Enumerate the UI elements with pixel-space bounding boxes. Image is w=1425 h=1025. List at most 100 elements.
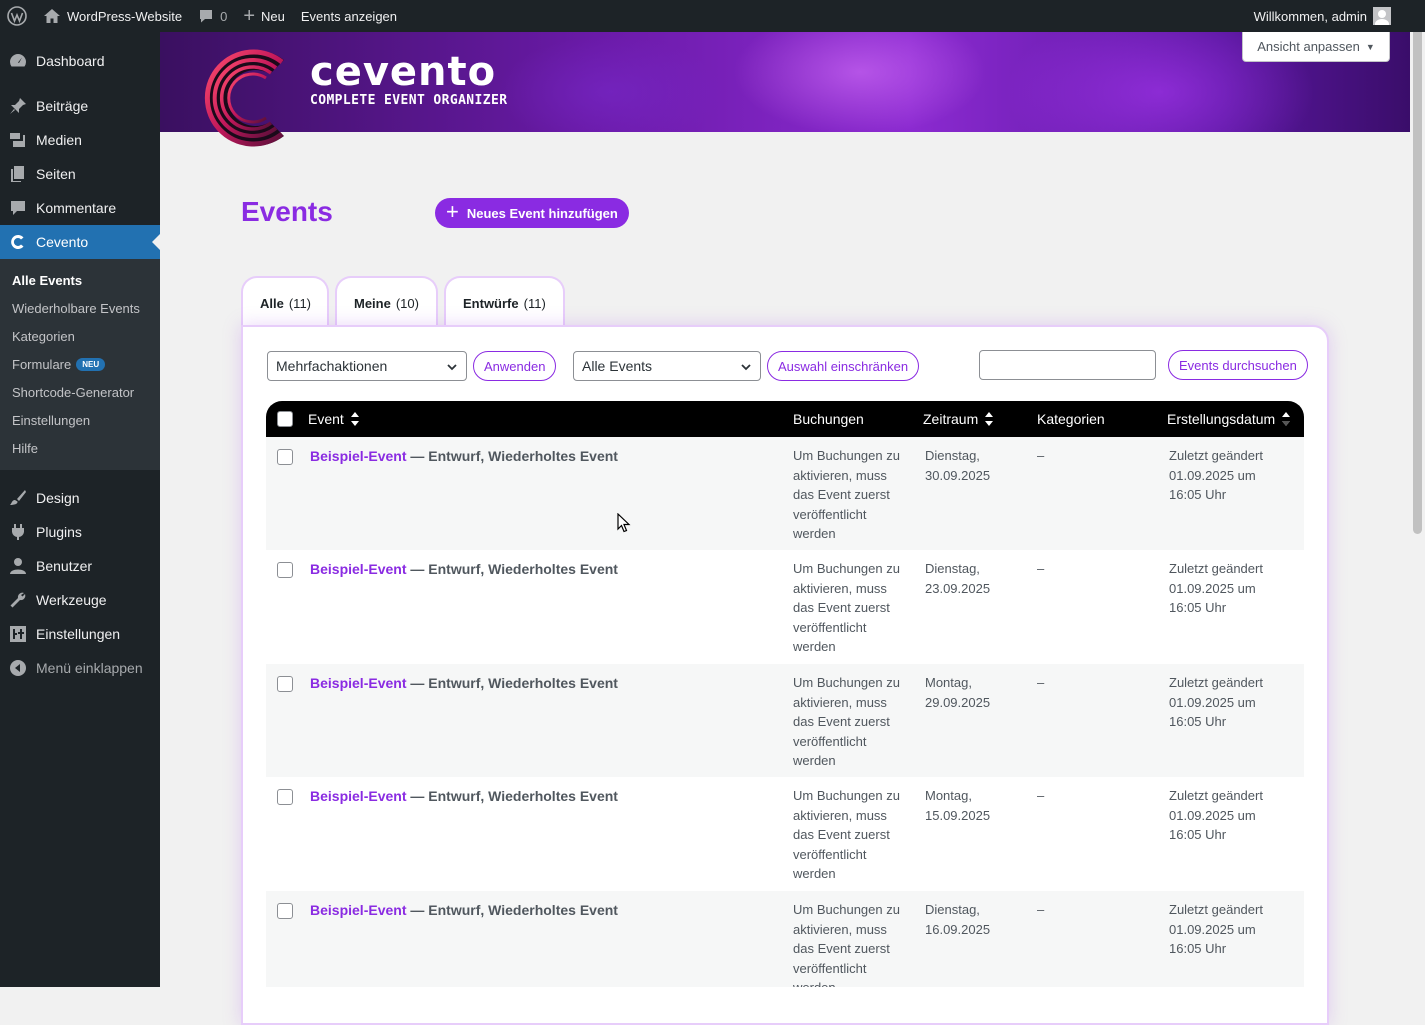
settings-icon	[8, 624, 28, 644]
column-timespan[interactable]: Zeitraum	[923, 401, 994, 437]
created-label: Zuletzt geändert	[1169, 675, 1263, 690]
sort-icon	[985, 412, 994, 426]
timespan-date: 29.09.2025	[925, 694, 991, 710]
row-checkbox[interactable]	[277, 449, 293, 465]
menu-pages[interactable]: Seiten	[0, 157, 160, 191]
created-cell: Zuletzt geändert 01.09.2025 um 16:05 Uhr	[1169, 900, 1299, 959]
timespan-cell: Dienstag, 23.09.2025	[925, 559, 1015, 598]
menu-label: Medien	[36, 132, 82, 148]
menu-label: Seiten	[36, 166, 76, 182]
menu-label: Plugins	[36, 524, 82, 540]
new-badge: NEU	[76, 357, 106, 371]
menu-design[interactable]: Design	[0, 481, 160, 515]
event-state: — Entwurf, Wiederholtes Event	[406, 788, 618, 804]
scrollbar-thumb[interactable]	[1413, 14, 1422, 534]
submenu-help[interactable]: Hilfe	[0, 434, 160, 462]
column-created[interactable]: Erstellungsdatum	[1167, 401, 1291, 437]
tab-all[interactable]: Alle (11)	[241, 276, 329, 328]
column-event[interactable]: Event	[308, 401, 360, 437]
add-new-event-button[interactable]: + Neues Event hinzufügen	[435, 198, 629, 228]
menu-label: Menü einklappen	[36, 660, 143, 676]
search-button[interactable]: Events durchsuchen	[1168, 350, 1308, 380]
submenu-forms[interactable]: Formulare NEU	[0, 350, 160, 378]
tab-drafts[interactable]: Entwürfe (11)	[444, 276, 565, 328]
media-icon	[8, 130, 28, 150]
event-title-link[interactable]: Beispiel-Event	[310, 561, 406, 577]
tab-label: Alle	[260, 295, 284, 311]
created-date: 01.09.2025 um	[1169, 580, 1256, 596]
column-label: Erstellungsdatum	[1167, 411, 1276, 427]
menu-media[interactable]: Medien	[0, 123, 160, 157]
plugin-icon	[8, 522, 28, 542]
cevento-icon	[8, 232, 28, 252]
apply-button[interactable]: Anwenden	[473, 351, 557, 381]
tab-count: (10)	[395, 295, 419, 311]
submenu-settings[interactable]: Einstellungen	[0, 406, 160, 434]
site-name: WordPress-Website	[67, 8, 183, 24]
view-events-link[interactable]: Events anzeigen	[293, 0, 405, 32]
menu-posts[interactable]: Beiträge	[0, 89, 160, 123]
row-title: Beispiel-Event — Entwurf, Wiederholtes E…	[310, 675, 618, 691]
event-title-link[interactable]: Beispiel-Event	[310, 902, 406, 918]
column-categories: Kategorien	[1037, 401, 1105, 437]
event-title-link[interactable]: Beispiel-Event	[310, 675, 406, 691]
created-time: 16:05 Uhr	[1169, 487, 1227, 502]
event-title-link[interactable]: Beispiel-Event	[310, 448, 406, 464]
menu-dashboard[interactable]: Dashboard	[0, 44, 160, 78]
table-row: Beispiel-Event — Entwurf, Wiederholtes E…	[266, 550, 1304, 663]
row-checkbox[interactable]	[277, 562, 293, 578]
timespan-cell: Dienstag, 30.09.2025	[925, 446, 1015, 485]
menu-settings[interactable]: Einstellungen	[0, 617, 160, 651]
menu-label: Beiträge	[36, 98, 89, 114]
tab-label: Meine	[354, 295, 391, 311]
chevron-down-icon	[447, 364, 457, 371]
created-cell: Zuletzt geändert 01.09.2025 um 16:05 Uhr	[1169, 446, 1299, 505]
menu-tools[interactable]: Werkzeuge	[0, 583, 160, 617]
new-content-link[interactable]: + Neu	[235, 0, 293, 32]
user-icon	[8, 556, 28, 576]
submenu-all-events[interactable]: Alle Events	[0, 266, 160, 294]
event-state: — Entwurf, Wiederholtes Event	[406, 902, 618, 918]
created-date: 01.09.2025 um	[1169, 921, 1256, 937]
screen-options-button[interactable]: Ansicht anpassen ▼	[1242, 32, 1390, 62]
submenu-shortcode-generator[interactable]: Shortcode-Generator	[0, 378, 160, 406]
tab-mine[interactable]: Meine (10)	[335, 276, 438, 328]
search-input[interactable]	[979, 350, 1156, 380]
created-label: Zuletzt geändert	[1169, 561, 1263, 576]
bulk-actions-select[interactable]: Mehrfachaktionen	[267, 351, 467, 381]
menu-cevento[interactable]: Cevento	[0, 225, 160, 259]
chevron-down-icon	[741, 364, 751, 371]
event-title-link[interactable]: Beispiel-Event	[310, 788, 406, 804]
row-checkbox[interactable]	[277, 676, 293, 692]
menu-label: Dashboard	[36, 53, 105, 69]
menu-plugins[interactable]: Plugins	[0, 515, 160, 549]
site-name-link[interactable]: WordPress-Website	[35, 0, 190, 32]
event-filter-select[interactable]: Alle Events	[573, 351, 761, 381]
bookings-cell: Um Buchungen zu aktivieren, muss das Eve…	[793, 561, 900, 654]
page-scrollbar[interactable]	[1410, 0, 1425, 987]
comment-bubble-icon	[198, 8, 214, 24]
submenu-categories[interactable]: Kategorien	[0, 322, 160, 350]
admin-sidebar: Dashboard Beiträge Medien Seiten Komment…	[0, 32, 160, 987]
row-checkbox[interactable]	[277, 903, 293, 919]
select-all-checkbox[interactable]	[277, 401, 293, 437]
cevento-logo-icon	[204, 49, 284, 147]
my-account[interactable]: Willkommen, admin	[1254, 7, 1425, 25]
submenu-recurring-events[interactable]: Wiederholbare Events	[0, 294, 160, 322]
event-state: — Entwurf, Wiederholtes Event	[406, 561, 618, 577]
wordpress-logo-icon[interactable]	[0, 0, 35, 32]
menu-users[interactable]: Benutzer	[0, 549, 160, 583]
filter-button[interactable]: Auswahl einschränken	[767, 351, 920, 381]
created-date: 01.09.2025 um	[1169, 467, 1256, 483]
created-label: Zuletzt geändert	[1169, 788, 1263, 803]
created-time: 16:05 Uhr	[1169, 714, 1227, 729]
submenu-label: Hilfe	[12, 440, 39, 456]
table-row: Beispiel-Event — Entwurf, Wiederholtes E…	[266, 891, 1304, 987]
menu-collapse[interactable]: Menü einklappen	[0, 651, 160, 685]
comments-count: 0	[220, 8, 228, 24]
comments-link[interactable]: 0	[190, 0, 235, 32]
dashboard-icon	[8, 51, 28, 71]
menu-comments[interactable]: Kommentare	[0, 191, 160, 225]
submenu-label: Shortcode-Generator	[12, 384, 135, 400]
row-checkbox[interactable]	[277, 789, 293, 805]
